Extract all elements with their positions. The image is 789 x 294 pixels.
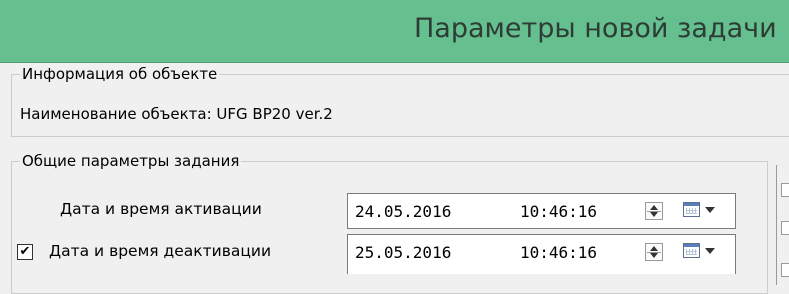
activation-datetime-picker[interactable]: 24.05.2016 10:46:16 xyxy=(347,193,736,229)
title-bar: Параметры новой задачи xyxy=(0,0,789,63)
deactivation-checkbox[interactable]: ✔ xyxy=(17,244,33,260)
deactivation-calendar-button[interactable] xyxy=(683,242,725,262)
object-info-group: Информация об объекте xyxy=(11,65,789,137)
activation-label: Дата и время активации xyxy=(60,200,262,218)
deactivation-time[interactable]: 10:46:16 xyxy=(520,243,597,262)
deactivation-label: Дата и время деактивации xyxy=(49,242,272,260)
right-side-panel xyxy=(776,165,789,285)
object-name-text: Наименование объекта: UFG BP20 ver.2 xyxy=(20,105,333,123)
calendar-icon xyxy=(683,202,700,217)
panel-control[interactable] xyxy=(781,221,789,235)
activation-date[interactable]: 24.05.2016 xyxy=(355,202,451,221)
panel-control[interactable] xyxy=(781,183,789,197)
deactivation-date[interactable]: 25.05.2016 xyxy=(355,243,451,262)
window-title: Параметры новой задачи xyxy=(414,13,777,44)
up-down-spinner-icon[interactable] xyxy=(645,243,663,261)
deactivation-datetime-picker[interactable]: 25.05.2016 10:46:16 xyxy=(347,234,736,274)
chevron-down-icon xyxy=(705,207,715,213)
calendar-icon xyxy=(683,243,700,258)
panel-control[interactable] xyxy=(781,263,789,277)
object-info-legend: Информация об объекте xyxy=(22,65,218,83)
activation-calendar-button[interactable] xyxy=(683,201,725,221)
task-params-legend: Общие параметры задания xyxy=(22,152,240,170)
chevron-down-icon xyxy=(705,248,715,254)
up-down-spinner-icon[interactable] xyxy=(645,202,663,220)
activation-time[interactable]: 10:46:16 xyxy=(520,202,597,221)
